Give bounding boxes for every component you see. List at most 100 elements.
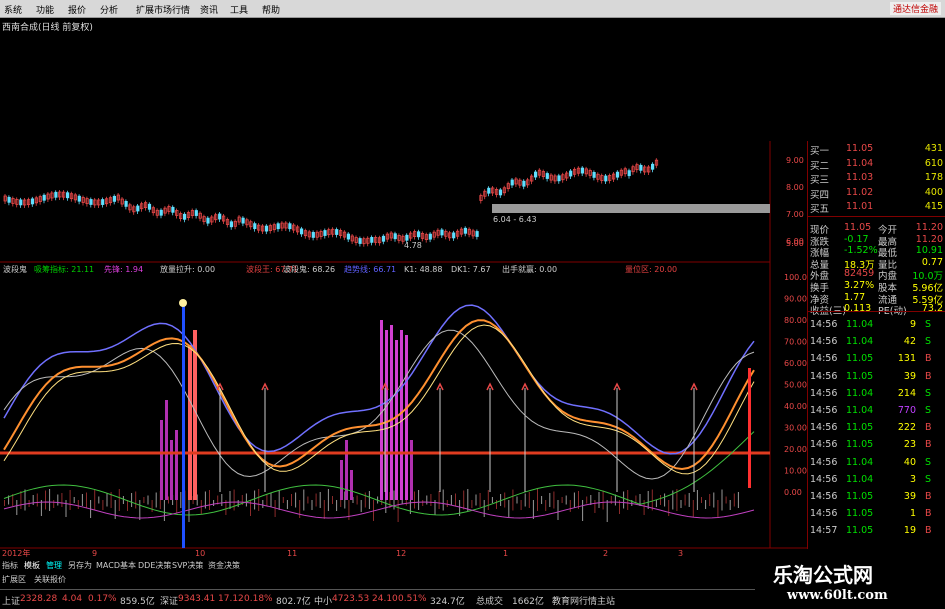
osc-volume-bar	[250, 500, 251, 516]
osc-volume-bar	[606, 500, 608, 522]
zx-value: 4723.53	[332, 594, 370, 604]
osc-volume-bar	[705, 500, 707, 509]
total-value: 1662亿	[512, 597, 544, 607]
osc-volume-bar	[573, 492, 575, 508]
signal-bar-magenta	[410, 440, 413, 500]
osc-volume-bar	[418, 490, 420, 510]
osc-volume-bar	[725, 496, 727, 504]
tab-dde[interactable]: DDE决策	[138, 560, 171, 571]
panel-row: 14:56 11.04 214 S	[808, 388, 945, 400]
tab-extended[interactable]: 扩展区	[2, 574, 26, 585]
menu-analysis[interactable]: 分析	[100, 3, 118, 16]
tick-volume: 1	[909, 508, 916, 520]
tick-volume: 9	[909, 319, 916, 330]
site-label[interactable]: 教育网行情主站	[552, 594, 615, 607]
panel-row: 买三 11.03 178	[808, 172, 945, 186]
tick-volume: 39	[903, 491, 916, 502]
tick-side: S	[925, 336, 932, 348]
zx-amount: 324.7亿	[430, 597, 465, 607]
tick-side: S	[925, 387, 932, 399]
candle-body	[171, 206, 175, 213]
osc-volume-bar	[57, 494, 59, 506]
osc-volume-bar	[446, 500, 448, 507]
tab-macd[interactable]: MACD基本	[96, 560, 136, 571]
tab-fund[interactable]: 资金决策	[208, 560, 240, 571]
panel-row: 总量 18.3万 量比 0.77	[808, 257, 945, 271]
tick-price: 11.05	[846, 422, 874, 434]
panel-row: 14:56 11.05 23 B	[808, 439, 945, 451]
menu-news[interactable]: 资讯	[200, 3, 218, 16]
osc-volume-bar	[553, 491, 555, 509]
osc-volume-bar	[508, 500, 510, 518]
osc-volume-bar	[229, 491, 231, 509]
osc-volume-bar	[524, 493, 526, 507]
menu-quote[interactable]: 报价	[68, 3, 86, 16]
tab-related-quote[interactable]: 关联报价	[34, 574, 66, 585]
menu-function[interactable]: 功能	[36, 3, 54, 16]
tick-volume: 3	[909, 473, 916, 485]
menu-help[interactable]: 帮助	[262, 3, 280, 16]
candle-body	[19, 199, 23, 206]
bid-volume: 431	[924, 143, 943, 154]
osc-volume-bar	[237, 500, 239, 507]
osc-volume-bar	[143, 497, 145, 503]
tab-svp[interactable]: SVP决策	[172, 560, 203, 571]
candle-body	[651, 163, 655, 170]
candle-body	[440, 229, 444, 236]
tick-time: 14:56	[810, 405, 838, 416]
osc-volume-bar	[147, 495, 149, 505]
tick-side: B	[925, 353, 932, 365]
osc-volume-bar	[307, 496, 309, 504]
osc-volume-bar	[323, 500, 325, 519]
osc-volume-bar	[86, 492, 87, 508]
total-label: 总成交	[476, 597, 504, 607]
osc-volume-bar	[360, 500, 362, 512]
panel-row: 14:56 11.05 39 B	[808, 491, 945, 503]
bid-price: 11.05	[846, 143, 874, 154]
osc-volume-bar	[729, 500, 731, 510]
tick-price: 11.04	[846, 319, 874, 330]
tab-template[interactable]: 模板	[24, 560, 40, 571]
osc-volume-bar	[122, 496, 124, 504]
tick-side: B	[925, 508, 932, 520]
menu-bar: 系统 功能 报价 分析 扩展市场行情 资讯 工具 帮助 通达信金融	[0, 0, 945, 18]
candle-body	[346, 233, 351, 240]
trend-line	[3, 304, 755, 455]
bid-label: 买四	[810, 189, 830, 201]
osc-volume-bar	[541, 496, 543, 504]
indicator-header-item: 波段鬼	[3, 264, 27, 274]
menu-extended-market[interactable]: 扩展市场行情	[136, 3, 190, 16]
osc-volume-bar	[610, 496, 612, 504]
candle-body	[7, 196, 11, 203]
candle-body	[463, 227, 468, 234]
panel-row: 涨幅 -1.52% 最低 10.91	[808, 245, 945, 259]
panel-row: 14:56 11.04 42 S	[808, 336, 945, 348]
osc-volume-bar	[385, 500, 387, 513]
tick-time: 14:57	[810, 525, 838, 537]
tab-save-as[interactable]: 另存为	[68, 560, 92, 571]
osc-volume-bar	[733, 493, 735, 507]
signal-bar-pink	[188, 345, 192, 500]
signal-bar-magenta	[170, 440, 173, 500]
tick-price: 11.05	[846, 370, 874, 382]
sz-change: 17.12	[218, 594, 244, 604]
osc-tick-label: 40.00	[784, 402, 807, 411]
osc-volume-bar	[348, 500, 350, 520]
candle-body	[101, 199, 105, 205]
tab-manage[interactable]: 管理	[46, 560, 62, 571]
osc-volume-bar	[709, 494, 711, 506]
watermark-logo: 乐淘公式网 www.60lt.com	[755, 556, 945, 609]
candle-body	[604, 175, 608, 182]
tab-indicator[interactable]: 指标	[2, 560, 18, 571]
osc-tick-label: 30.00	[784, 424, 807, 433]
info-value: 73.2	[921, 303, 943, 315]
candle-body	[264, 225, 269, 232]
menu-tools[interactable]: 工具	[230, 3, 248, 16]
osc-volume-bar	[106, 493, 108, 507]
tick-time: 14:56	[810, 319, 838, 330]
candle-body	[30, 198, 35, 205]
osc-volume-bar	[483, 500, 485, 517]
osc-volume-bar	[131, 493, 133, 507]
menu-system[interactable]: 系统	[4, 3, 22, 16]
signal-bar-magenta	[345, 440, 348, 500]
